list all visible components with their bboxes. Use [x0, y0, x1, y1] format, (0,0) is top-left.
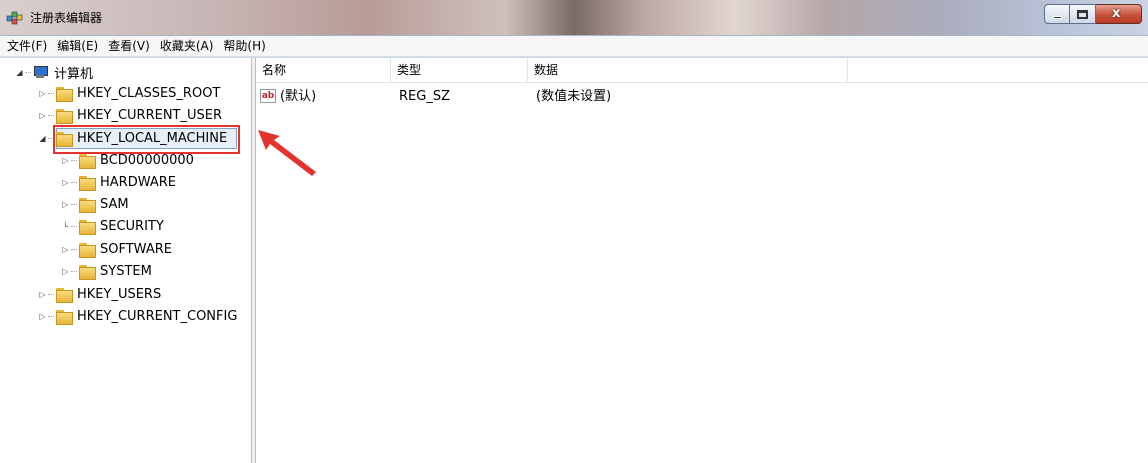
string-value-icon: ab — [260, 89, 276, 103]
window-title: 注册表编辑器 — [30, 11, 103, 25]
maximize-button[interactable] — [1070, 4, 1096, 24]
tree-item-sam[interactable]: ▷ SAM — [61, 194, 129, 214]
tree-connector — [71, 225, 77, 227]
tree-connector — [48, 92, 54, 94]
tree-connector — [71, 159, 77, 161]
tree-connector — [48, 293, 54, 295]
menu-favorites[interactable]: 收藏夹(A) — [155, 37, 219, 56]
collapsed-icon[interactable]: ▷ — [38, 290, 47, 299]
red-arrow-annotation — [258, 130, 316, 176]
tree-label: HKEY_CURRENT_USER — [77, 107, 223, 123]
tree-label: SECURITY — [100, 218, 164, 234]
tree-item-hkey-classes-root[interactable]: ▷ HKEY_CLASSES_ROOT — [38, 83, 220, 103]
tree-label: HKEY_USERS — [77, 286, 162, 302]
registry-editor-icon — [6, 11, 23, 25]
tree-connector — [48, 114, 54, 116]
minimize-button[interactable] — [1044, 4, 1070, 24]
list-row[interactable]: ab (默认) REG_SZ (数值未设置) — [256, 87, 1148, 107]
close-button[interactable]: x — [1096, 4, 1142, 24]
computer-icon — [32, 65, 48, 79]
value-name: (默认) — [280, 89, 317, 104]
title-bar: 注册表编辑器 x — [0, 0, 1148, 36]
tree-item-hkey-users[interactable]: ▷ HKEY_USERS — [38, 284, 161, 304]
folder-icon — [55, 287, 73, 303]
folder-icon — [55, 108, 73, 124]
minimize-icon — [1053, 16, 1062, 19]
tree-label: HKEY_CLASSES_ROOT — [77, 85, 221, 101]
collapsed-icon[interactable]: ▷ — [38, 111, 47, 120]
collapsed-icon[interactable]: ▷ — [61, 178, 70, 187]
tree-connector — [71, 248, 77, 250]
collapsed-icon[interactable]: ▷ — [61, 267, 70, 276]
tree-label: SOFTWARE — [100, 241, 172, 257]
menu-edit[interactable]: 编辑(E) — [52, 37, 103, 56]
folder-icon — [78, 175, 96, 191]
tree-item-computer[interactable]: ◢ 计算机 — [15, 62, 93, 82]
menu-view[interactable]: 查看(V) — [103, 37, 155, 56]
collapsed-icon[interactable]: ▷ — [61, 156, 70, 165]
tree-connector — [48, 315, 54, 317]
tree-label: SAM — [100, 196, 129, 212]
tree-label: HKEY_CURRENT_CONFIG — [77, 308, 238, 324]
folder-icon — [55, 309, 73, 325]
highlight-box — [53, 125, 240, 154]
tree-item-hkey-current-config[interactable]: ▷ HKEY_CURRENT_CONFIG — [38, 306, 237, 326]
expanded-icon[interactable]: ◢ — [38, 134, 47, 143]
maximize-icon — [1077, 10, 1088, 19]
value-data: (数值未设置) — [536, 89, 612, 104]
expanded-icon[interactable]: ◢ — [15, 68, 24, 77]
column-header-data[interactable]: 数据 — [528, 58, 848, 83]
tree-label: HARDWARE — [100, 174, 176, 190]
tree-label-computer: 计算机 — [54, 66, 94, 82]
tree-item-hardware[interactable]: ▷ HARDWARE — [61, 172, 176, 192]
tree-connector — [25, 71, 31, 73]
collapsed-icon[interactable]: ▷ — [61, 200, 70, 209]
window-controls: x — [1044, 4, 1142, 26]
folder-icon — [78, 219, 96, 235]
folder-icon — [78, 264, 96, 280]
tree-item-software[interactable]: ▷ SOFTWARE — [61, 239, 172, 259]
tree-connector — [71, 203, 77, 205]
collapsed-icon[interactable]: ▷ — [38, 312, 47, 321]
tree-item-system[interactable]: ▷ SYSTEM — [61, 261, 152, 281]
folder-icon — [78, 197, 96, 213]
collapsed-icon[interactable]: ▷ — [38, 89, 47, 98]
close-icon: x — [1112, 6, 1121, 21]
tree-connector — [71, 181, 77, 183]
folder-icon — [78, 242, 96, 258]
column-header-blank — [848, 58, 1148, 83]
folder-icon — [78, 153, 96, 169]
folder-icon — [55, 86, 73, 102]
menu-bar: 文件(F) 编辑(E) 查看(V) 收藏夹(A) 帮助(H) — [0, 36, 1148, 57]
menu-file[interactable]: 文件(F) — [2, 37, 52, 56]
value-type: REG_SZ — [399, 89, 450, 104]
menu-help[interactable]: 帮助(H) — [218, 37, 270, 56]
tree-connector — [71, 270, 77, 272]
values-list[interactable]: 名称 类型 数据 ab (默认) REG_SZ (数值未设置) — [256, 58, 1148, 463]
tree-leaf-line: └ — [63, 221, 68, 231]
tree-item-security[interactable]: └ SECURITY — [61, 216, 164, 236]
tree-item-hkey-current-user[interactable]: ▷ HKEY_CURRENT_USER — [38, 105, 222, 125]
tree-label: BCD00000000 — [100, 152, 194, 168]
collapsed-icon[interactable]: ▷ — [61, 245, 70, 254]
column-header-name[interactable]: 名称 — [256, 58, 391, 83]
column-header-type[interactable]: 类型 — [391, 58, 528, 83]
tree-label: SYSTEM — [100, 263, 152, 279]
